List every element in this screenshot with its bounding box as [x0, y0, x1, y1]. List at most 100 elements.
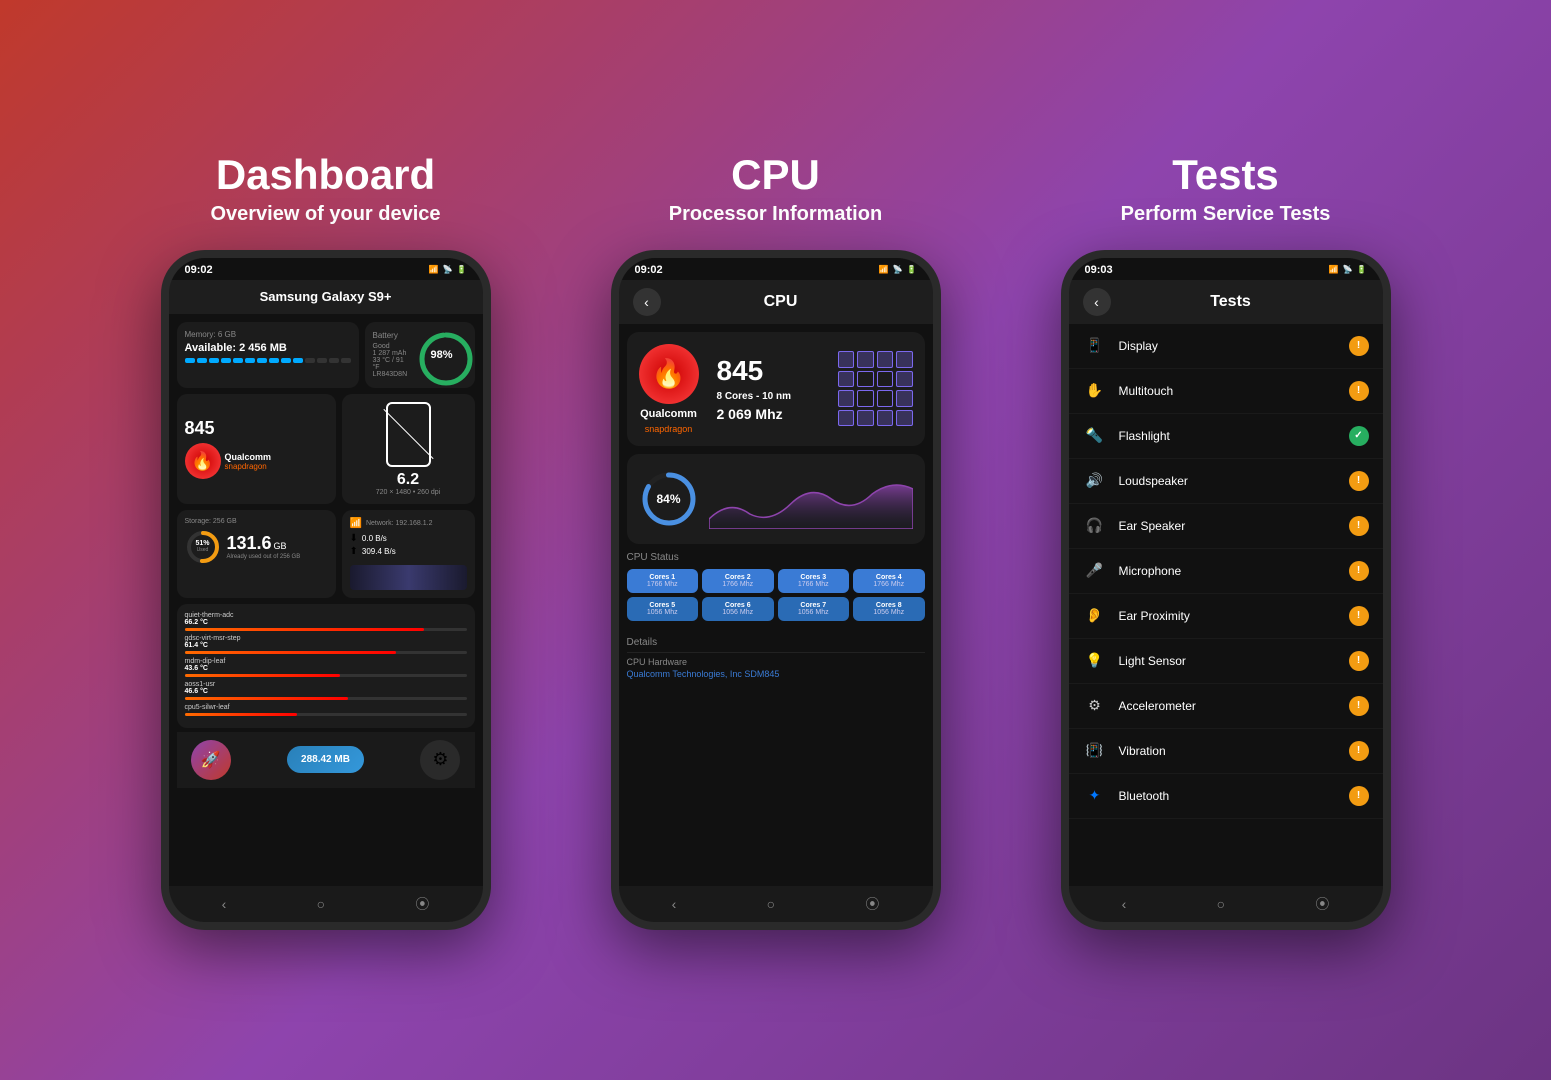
chip-c7: [877, 371, 894, 388]
core-5-name: Cores 5: [632, 602, 694, 609]
time-cpu: 09:02: [635, 264, 663, 276]
loudspeaker-icon: 🔊: [1083, 469, 1107, 493]
battery-icon: 🔋: [457, 265, 467, 274]
nav-back-tests[interactable]: ‹: [1122, 896, 1127, 912]
time-dashboard: 09:02: [185, 264, 213, 276]
dot-3: [209, 358, 219, 363]
dot-12: [317, 358, 327, 363]
temp-item-2: gdsc-virt-msr-step 61.4 °C: [185, 635, 467, 654]
storage-size-row: 131.6 GB: [227, 533, 301, 554]
battery-svg: [417, 330, 475, 388]
test-loudspeaker[interactable]: 🔊 Loudspeaker !: [1069, 459, 1383, 504]
cores-info: 8 Cores - 10 nm: [717, 391, 828, 402]
memory-value: Available: 2 456 MB: [185, 342, 351, 354]
display-icon: 📱: [1083, 334, 1107, 358]
nav-recent-dashboard[interactable]: ⦿: [415, 894, 429, 914]
test-multitouch[interactable]: ✋ Multitouch !: [1069, 369, 1383, 414]
status-bar-tests: 09:03 📶 📡 🔋: [1069, 258, 1383, 280]
test-flashlight[interactable]: 🔦 Flashlight ✓: [1069, 414, 1383, 459]
nav-home-dashboard[interactable]: ○: [317, 896, 325, 912]
cpu-brand-text: Qualcomm snapdragon: [225, 452, 272, 471]
ram-value: 288.42 MB: [301, 754, 350, 765]
core-6-name: Cores 6: [707, 602, 769, 609]
ram-button[interactable]: 288.42 MB: [287, 746, 364, 773]
temp-info-4: aoss1-usr 46.6 °C: [185, 681, 467, 700]
download-icon: ⬇: [350, 533, 358, 544]
detail-hw-label: CPU Hardware: [627, 657, 925, 667]
screen-res: 720 × 1480 • 260 dpi: [376, 489, 441, 496]
test-microphone[interactable]: 🎤 Microphone !: [1069, 549, 1383, 594]
temp-fill-3: [185, 674, 340, 677]
accelerometer-icon: ⚙: [1083, 694, 1107, 718]
multitouch-name: Multitouch: [1119, 384, 1349, 398]
settings-button[interactable]: ⚙: [420, 740, 460, 780]
core-4-freq: 1766 Mhz: [858, 581, 920, 588]
cpu-subtitle: Processor Information: [669, 203, 882, 226]
rocket-button[interactable]: 🚀: [191, 740, 231, 780]
light-sensor-icon: 💡: [1083, 649, 1107, 673]
cpu-specs-section: 845 8 Cores - 10 nm 2 069 Mhz: [709, 355, 828, 422]
dashboard-content: Memory: 6 GB Available: 2 456 MB: [169, 314, 483, 886]
microphone-name: Microphone: [1119, 564, 1349, 578]
nav-recent-cpu[interactable]: ⦿: [865, 894, 879, 914]
dot-14: [341, 358, 351, 363]
test-vibration[interactable]: 📳 Vibration !: [1069, 729, 1383, 774]
details-label: Details: [627, 637, 925, 653]
upload-row: ⬆ 309.4 B/s: [350, 546, 467, 557]
chip-c13: [838, 410, 855, 427]
cpu-back-button[interactable]: ‹: [633, 288, 661, 316]
snapdragon-dash: snapdragon: [225, 462, 272, 471]
dot-5: [233, 358, 243, 363]
qualcomm-logo-cpu: 🔥: [639, 344, 699, 404]
multitouch-badge: !: [1349, 381, 1369, 401]
temp-info-2: gdsc-virt-msr-step 61.4 °C: [185, 635, 467, 654]
test-light-sensor[interactable]: 💡 Light Sensor !: [1069, 639, 1383, 684]
main-container: Dashboard Overview of your device 09:02 …: [56, 111, 1496, 970]
display-badge: !: [1349, 336, 1369, 356]
microphone-badge: !: [1349, 561, 1369, 581]
storage-desc: Already used out of 256 GB: [227, 554, 301, 560]
nav-home-tests[interactable]: ○: [1217, 896, 1225, 912]
status-bar-cpu: 09:02 📶 📡 🔋: [619, 258, 933, 280]
test-accelerometer[interactable]: ⚙ Accelerometer !: [1069, 684, 1383, 729]
test-ear-proximity[interactable]: 👂 Ear Proximity !: [1069, 594, 1383, 639]
nav-recent-tests[interactable]: ⦿: [1315, 894, 1329, 914]
battery-temp: 33 °C / 91 °F: [373, 357, 409, 371]
nav-bar-tests: ‹ ○ ⦿: [1069, 886, 1383, 922]
battery-health: 1 287 mAh: [373, 350, 409, 357]
nav-back-cpu[interactable]: ‹: [672, 896, 677, 912]
dashboard-header: Samsung Galaxy S9+: [169, 280, 483, 314]
temp-fill-2: [185, 651, 397, 654]
dashboard-screen: 09:02 📶 📡 🔋 Samsung Galaxy S9+: [169, 258, 483, 922]
dot-9: [281, 358, 291, 363]
dashboard-title: Dashboard: [216, 151, 435, 199]
temp-info-5: cpu5-silwr-leaf: [185, 704, 467, 716]
ear-speaker-name: Ear Speaker: [1119, 519, 1349, 533]
nav-bar-dashboard: ‹ ○ ⦿: [169, 886, 483, 922]
wifi-icon-tests: 📡: [1343, 265, 1353, 274]
diagonal-line: [383, 409, 433, 459]
tests-header-title: Tests: [1121, 293, 1341, 311]
cpu-screen: 09:02 📶 📡 🔋 ‹ CPU 🔥 Qualcom: [619, 258, 933, 922]
nav-home-cpu[interactable]: ○: [767, 896, 775, 912]
test-display[interactable]: 📱 Display !: [1069, 324, 1383, 369]
flashlight-icon: 🔦: [1083, 424, 1107, 448]
tests-back-button[interactable]: ‹: [1083, 288, 1111, 316]
battery-id: LR843D8N: [373, 371, 409, 378]
chip-c10: [857, 390, 874, 407]
dashboard-panel: Dashboard Overview of your device 09:02 …: [116, 151, 536, 930]
storage-size-section: 131.6 GB Already used out of 256 GB: [227, 533, 301, 560]
test-bluetooth[interactable]: ✦ Bluetooth !: [1069, 774, 1383, 819]
status-bar-dashboard: 09:02 📶 📡 🔋: [169, 258, 483, 280]
nav-back-dashboard[interactable]: ‹: [222, 896, 227, 912]
ear-proximity-icon: 👂: [1083, 604, 1107, 628]
cpu-main-card: 🔥 Qualcomm snapdragon 845 8 Cores - 10 n…: [627, 332, 925, 446]
display-name: Display: [1119, 339, 1349, 353]
battery-circle: 98%: [417, 330, 467, 380]
download-row: ⬇ 0.0 B/s: [350, 533, 467, 544]
temp-fill-5: [185, 713, 298, 716]
screen-card-dashboard: 6.2 720 × 1480 • 260 dpi: [342, 394, 475, 504]
temp-name-2: gdsc-virt-msr-step: [185, 635, 467, 642]
light-sensor-badge: !: [1349, 651, 1369, 671]
test-ear-speaker[interactable]: 🎧 Ear Speaker !: [1069, 504, 1383, 549]
